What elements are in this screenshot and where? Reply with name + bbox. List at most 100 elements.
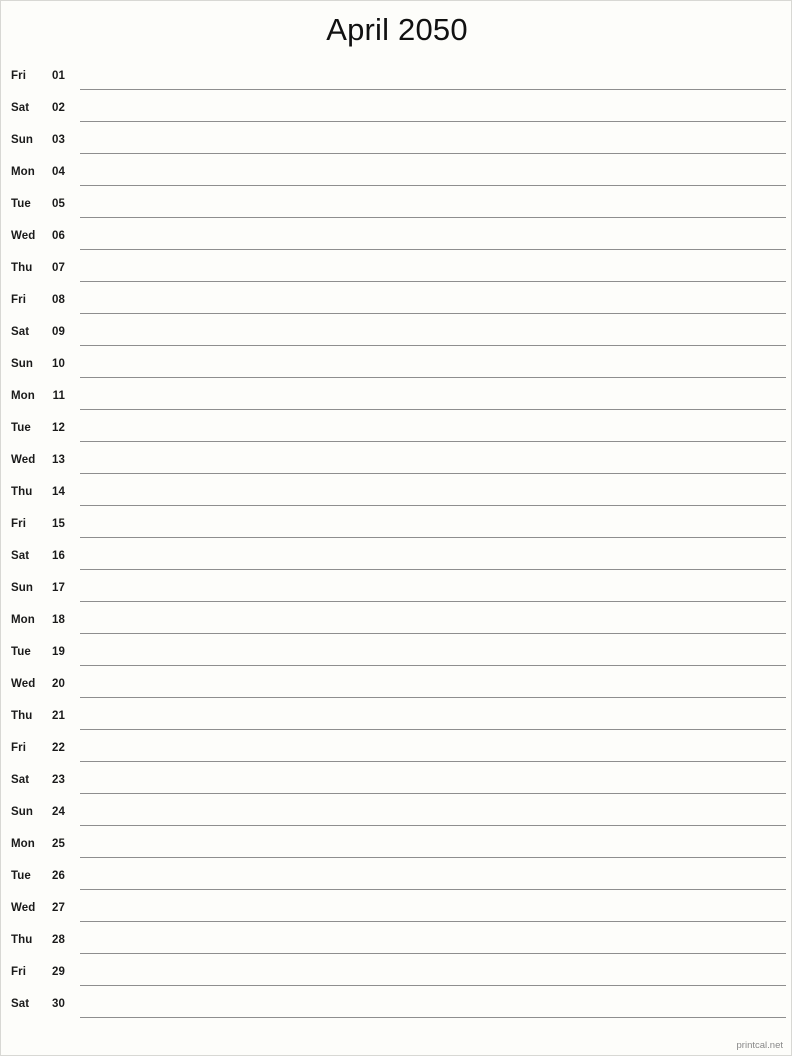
day-number-label: 12: [52, 422, 65, 434]
day-of-week-label: Mon: [11, 166, 35, 178]
day-row[interactable]: Mon 18: [1, 605, 791, 637]
day-row[interactable]: Mon 11: [1, 381, 791, 413]
writing-line[interactable]: [80, 345, 786, 346]
day-row[interactable]: Sat 09: [1, 317, 791, 349]
day-number-label: 18: [52, 614, 65, 626]
day-number-label: 08: [52, 294, 65, 306]
day-row[interactable]: Thu 21: [1, 701, 791, 733]
day-number-label: 07: [52, 262, 65, 274]
writing-line[interactable]: [80, 569, 786, 570]
day-row[interactable]: Wed 27: [1, 893, 791, 925]
day-row[interactable]: Wed 13: [1, 445, 791, 477]
day-of-week-label: Wed: [11, 230, 36, 242]
day-row[interactable]: Sat 16: [1, 541, 791, 573]
day-number-label: 11: [52, 390, 65, 402]
writing-line[interactable]: [80, 537, 786, 538]
day-of-week-label: Tue: [11, 198, 31, 210]
day-number-label: 04: [52, 166, 65, 178]
writing-line[interactable]: [80, 441, 786, 442]
day-number-label: 29: [52, 966, 65, 978]
writing-line[interactable]: [80, 729, 786, 730]
day-row[interactable]: Fri 08: [1, 285, 791, 317]
day-row[interactable]: Sat 23: [1, 765, 791, 797]
day-of-week-label: Thu: [11, 934, 33, 946]
day-number-label: 15: [52, 518, 65, 530]
writing-line[interactable]: [80, 409, 786, 410]
day-number-label: 01: [52, 70, 65, 82]
day-number-label: 30: [52, 998, 65, 1010]
day-row[interactable]: Thu 14: [1, 477, 791, 509]
writing-line[interactable]: [80, 1017, 786, 1018]
day-row[interactable]: Tue 19: [1, 637, 791, 669]
day-row[interactable]: Sun 17: [1, 573, 791, 605]
writing-line[interactable]: [80, 473, 786, 474]
day-of-week-label: Sun: [11, 806, 34, 818]
day-row[interactable]: Sat 30: [1, 989, 791, 1021]
writing-line[interactable]: [80, 217, 786, 218]
writing-line[interactable]: [80, 185, 786, 186]
day-number-label: 27: [52, 902, 65, 914]
writing-line[interactable]: [80, 953, 786, 954]
day-row[interactable]: Fri 22: [1, 733, 791, 765]
day-row[interactable]: Mon 04: [1, 157, 791, 189]
writing-line[interactable]: [80, 121, 786, 122]
day-number-label: 03: [52, 134, 65, 146]
writing-line[interactable]: [80, 825, 786, 826]
day-of-week-label: Sat: [11, 998, 30, 1010]
writing-line[interactable]: [80, 633, 786, 634]
day-number-label: 10: [52, 358, 65, 370]
day-of-week-label: Sat: [11, 326, 30, 338]
day-number-label: 16: [52, 550, 65, 562]
writing-line[interactable]: [80, 313, 786, 314]
day-row[interactable]: Fri 29: [1, 957, 791, 989]
day-of-week-label: Tue: [11, 646, 31, 658]
writing-line[interactable]: [80, 249, 786, 250]
day-number-label: 21: [52, 710, 65, 722]
day-row[interactable]: Tue 05: [1, 189, 791, 221]
day-row[interactable]: Sun 24: [1, 797, 791, 829]
day-row[interactable]: Tue 12: [1, 413, 791, 445]
day-row[interactable]: Wed 06: [1, 221, 791, 253]
writing-line[interactable]: [80, 601, 786, 602]
day-row[interactable]: Fri 01: [1, 61, 791, 93]
day-row[interactable]: Mon 25: [1, 829, 791, 861]
writing-line[interactable]: [80, 889, 786, 890]
day-row[interactable]: Sun 10: [1, 349, 791, 381]
day-of-week-label: Mon: [11, 390, 35, 402]
day-row[interactable]: Tue 26: [1, 861, 791, 893]
day-number-label: 28: [52, 934, 65, 946]
day-of-week-label: Fri: [11, 70, 26, 82]
day-of-week-label: Sat: [11, 550, 30, 562]
day-row[interactable]: Sat 02: [1, 93, 791, 125]
writing-line[interactable]: [80, 697, 786, 698]
writing-line[interactable]: [80, 153, 786, 154]
day-of-week-label: Sat: [11, 774, 30, 786]
writing-line[interactable]: [80, 281, 786, 282]
footer-credit: printcal.net: [736, 1040, 783, 1051]
day-number-label: 26: [52, 870, 65, 882]
day-of-week-label: Mon: [11, 838, 35, 850]
writing-line[interactable]: [80, 89, 786, 90]
writing-line[interactable]: [80, 761, 786, 762]
calendar-page: April 2050 Fri 01 Sat 02 Sun 03 Mon 04 Tue 05 Wed 0…: [0, 0, 792, 1056]
day-row[interactable]: Wed 20: [1, 669, 791, 701]
day-of-week-label: Thu: [11, 486, 33, 498]
writing-line[interactable]: [80, 665, 786, 666]
day-of-week-label: Mon: [11, 614, 35, 626]
writing-line[interactable]: [80, 505, 786, 506]
day-of-week-label: Fri: [11, 966, 26, 978]
writing-line[interactable]: [80, 793, 786, 794]
day-of-week-label: Sun: [11, 358, 34, 370]
day-row[interactable]: Thu 07: [1, 253, 791, 285]
day-row-list: Fri 01 Sat 02 Sun 03 Mon 04 Tue 05 Wed 06 Thu 07 Fri 08…: [1, 61, 791, 1021]
day-row[interactable]: Fri 15: [1, 509, 791, 541]
day-number-label: 17: [52, 582, 65, 594]
writing-line[interactable]: [80, 857, 786, 858]
day-row[interactable]: Sun 03: [1, 125, 791, 157]
day-row[interactable]: Thu 28: [1, 925, 791, 957]
writing-line[interactable]: [80, 921, 786, 922]
day-of-week-label: Fri: [11, 742, 26, 754]
writing-line[interactable]: [80, 377, 786, 378]
day-number-label: 20: [52, 678, 65, 690]
writing-line[interactable]: [80, 985, 786, 986]
